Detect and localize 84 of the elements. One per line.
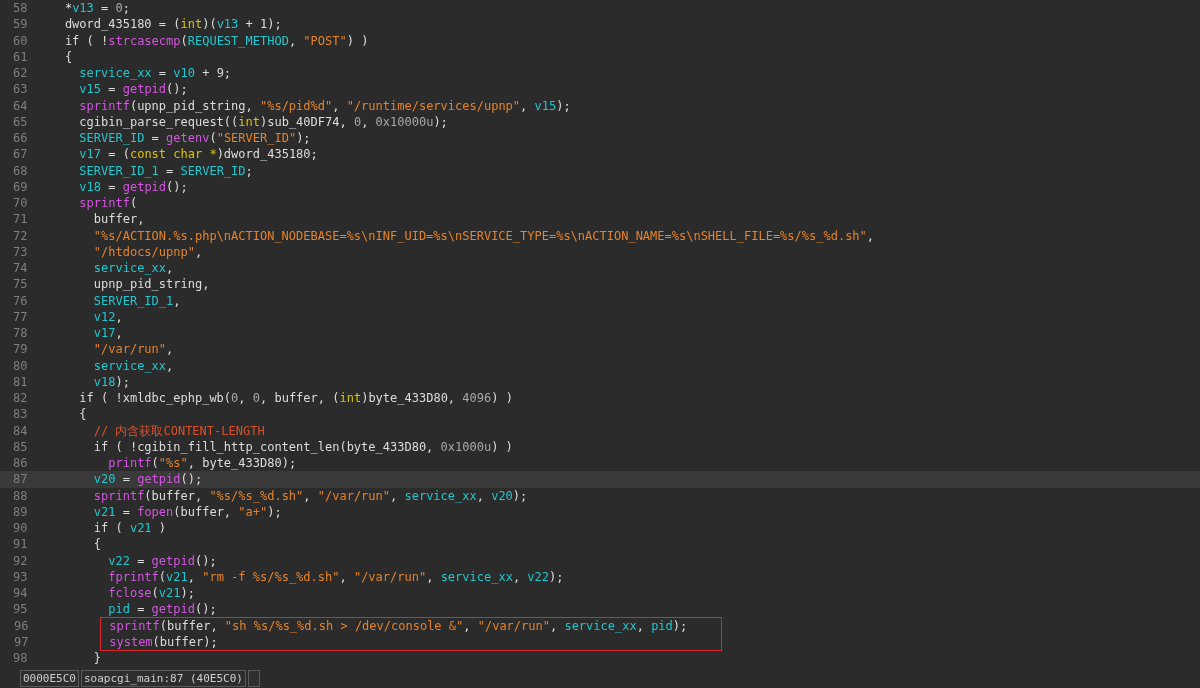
code-line: { — [78, 406, 87, 423]
line-number: 87 — [12, 471, 29, 488]
line-number: 90 — [12, 520, 29, 537]
code-line: sprintf(buffer, "sh %s/%s_%d.sh > /dev/console &", "/var/run", service_xx, pid); — [108, 617, 688, 634]
code-line: "%s/ACTION.%s.php\nACTION_NODEBASE=%s\nINF_UID=%s\nSERVICE_TYPE=%s\nACTION_NAME=%s\nSHELL_FILE=%s/%s_%d.sh", — [92, 227, 875, 244]
code-line: // 内含获取CONTENT-LENGTH — [92, 422, 265, 439]
line-number: 93 — [12, 568, 29, 585]
line-number: 78 — [12, 325, 29, 342]
code-line: service_xx, — [92, 357, 174, 374]
code-line: { — [92, 536, 101, 553]
line-number: 92 — [12, 552, 29, 569]
code-line: upnp_pid_string, — [92, 276, 210, 293]
line-number: 67 — [12, 146, 29, 163]
line-number: 84 — [12, 422, 29, 439]
code-line: sprintf(upnp_pid_string, "%s/pid%d", "/runtime/services/upnp", v15); — [78, 97, 571, 114]
code-line: fclose(v21); — [107, 585, 195, 602]
code-line: SERVER_ID_1 = SERVER_ID; — [78, 162, 253, 179]
line-number: 89 — [12, 503, 29, 520]
code-line: v15 = getpid(); — [78, 81, 188, 98]
line-number: 71 — [12, 211, 29, 228]
line-number: 66 — [12, 130, 29, 147]
line-number: 68 — [12, 162, 29, 179]
code-line: v12, — [92, 308, 123, 325]
line-number: 88 — [12, 487, 29, 504]
code-line: if ( v21 ) — [92, 520, 167, 537]
line-number: 97 — [13, 633, 30, 650]
line-number: 74 — [12, 260, 29, 277]
line-number: 83 — [12, 406, 29, 423]
line-number: 64 — [12, 97, 29, 114]
code-line: v17 = (const char *)dword_435180; — [78, 146, 318, 163]
code-line: printf("%s", byte_433D80); — [107, 455, 297, 472]
line-number: 91 — [12, 536, 29, 553]
line-number: 96 — [13, 617, 30, 634]
code-line: { — [63, 48, 73, 65]
line-number: 62 — [12, 65, 29, 82]
code-line: if ( !strcasecmp(REQUEST_METHOD, "POST") ) — [63, 32, 369, 49]
status-segment: soapcgi_main:87 (40E5C0) — [81, 669, 246, 687]
code-line: v21 = fopen(buffer, "a+"); — [92, 503, 282, 520]
line-number: 85 — [12, 438, 29, 455]
line-number: 94 — [12, 585, 29, 602]
code-line: "/var/run", — [92, 341, 174, 358]
line-number: 95 — [12, 601, 29, 618]
line-number: 98 — [12, 650, 29, 667]
code-line: sprintf( — [78, 195, 138, 212]
code-line: pid = getpid(); — [107, 601, 217, 618]
code-line: SERVER_ID = getenv("SERVER_ID"); — [78, 130, 311, 147]
line-number: 61 — [12, 48, 29, 65]
line-number: 70 — [12, 195, 29, 212]
code-line: service_xx = v10 + 9; — [78, 65, 232, 82]
line-number: 59 — [12, 16, 29, 33]
code-line: } — [92, 650, 101, 667]
code-line: v18 = getpid(); — [78, 178, 188, 195]
code-line: v18); — [92, 373, 130, 390]
code-line: sprintf(buffer, "%s/%s_%d.sh", "/var/run", service_xx, v20); — [92, 487, 528, 504]
line-number: 86 — [12, 455, 29, 472]
code-line: *v13 = 0; — [63, 0, 130, 17]
status-segment: 0000E5C0 — [20, 669, 79, 687]
line-number: 79 — [12, 341, 29, 358]
line-number: 65 — [12, 113, 29, 130]
line-number: 69 — [12, 178, 29, 195]
line-number: 58 — [12, 0, 29, 17]
line-number: 81 — [12, 373, 29, 390]
code-line: fprintf(v21, "rm -f %s/%s_%d.sh", "/var/run", service_xx, v22); — [107, 568, 564, 585]
code-line: buffer, — [92, 211, 145, 228]
code-line: cgibin_parse_request((int)sub_40DF74, 0, 0x10000u); — [78, 113, 448, 130]
code-line: if ( !xmldbc_ephp_wb(0, 0, buffer, (int)byte_433D80, 4096) ) — [78, 390, 513, 407]
code-line: if ( !cgibin_fill_http_content_len(byte_433D80, 0x1000u) ) — [92, 438, 513, 455]
line-number: 63 — [12, 81, 29, 98]
code-line: service_xx, — [92, 260, 174, 277]
code-line: "/htdocs/upnp", — [92, 243, 203, 260]
code-line: v22 = getpid(); — [107, 552, 217, 569]
line-number: 75 — [12, 276, 29, 293]
code-line: v20 = getpid(); — [92, 471, 203, 488]
code-line: v17, — [92, 325, 123, 342]
code-line: SERVER_ID_1, — [92, 292, 181, 309]
line-number: 73 — [12, 243, 29, 260]
code-line: dword_435180 = (int)(v13 + 1); — [63, 16, 282, 33]
code-line: system(buffer); — [108, 633, 218, 650]
line-number: 60 — [12, 32, 29, 49]
line-number: 76 — [12, 292, 29, 309]
line-number: 82 — [12, 390, 29, 407]
line-number: 77 — [12, 308, 29, 325]
line-number: 72 — [12, 227, 29, 244]
line-number: 80 — [12, 357, 29, 374]
